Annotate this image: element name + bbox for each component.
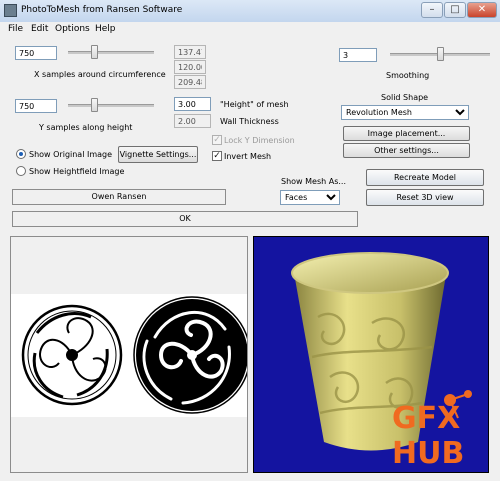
cup-rim [291,252,449,294]
menu-bar: File Edit Options Help [0,22,500,38]
gfxhub-logo: GFX HUB [392,390,472,471]
watermark-line2: HUB [392,436,464,468]
menu-edit[interactable]: Edit [31,24,48,34]
show-heightfield-label: Show Heightfield Image [29,167,125,176]
gfxhub-watermark: GFX HUB [388,388,488,471]
status-field: OK [12,211,358,227]
recreate-model-button[interactable]: Recreate Model [366,169,484,186]
invert-mesh-label: Invert Mesh [224,152,272,161]
minimize-button[interactable]: – [421,2,443,18]
menu-file[interactable]: File [8,24,23,34]
readout-2 [174,60,206,74]
title-bar[interactable]: PhotoToMesh from Ransen Software – □ ✕ [0,0,500,23]
readout-3 [174,75,206,89]
smoothing-label: Smoothing [386,71,430,80]
y-samples-slider[interactable] [68,98,154,112]
app-window: PhotoToMesh from Ransen Software – □ ✕ F… [0,0,500,481]
smoothing-slider[interactable] [390,47,490,61]
author-field: Owen Ransen [12,189,226,205]
lock-y-checkbox: ✓ [212,135,222,145]
show-original-radio[interactable] [16,149,26,159]
watermark-line1: GFX [392,401,460,436]
x-samples-slider[interactable] [68,45,154,59]
show-original-label: Show Original Image [29,150,113,159]
y-samples-input[interactable] [15,99,57,113]
image-panel [10,236,248,473]
image-placement-button[interactable]: Image placement... [343,126,470,141]
slider-track [68,104,154,107]
slider-track [68,51,154,54]
reset-3d-view-button[interactable]: Reset 3D view [366,189,484,206]
x-samples-input[interactable] [15,46,57,60]
lock-y-label: Lock Y Dimension [224,136,295,145]
app-icon [4,4,17,17]
show-mesh-select[interactable]: Faces [280,190,340,205]
maximize-button[interactable]: □ [444,2,466,18]
triskele-dark-icon [133,296,247,414]
vignette-settings-button[interactable]: Vignette Settings... [118,146,198,163]
celtic-image [11,294,247,417]
menu-help[interactable]: Help [95,24,116,34]
menu-options[interactable]: Options [55,24,90,34]
wall-thickness-input [174,114,211,128]
height-label: "Height" of mesh [220,100,289,109]
solid-shape-select[interactable]: Revolution Mesh [341,105,469,120]
slider-thumb[interactable] [90,45,98,59]
show-mesh-label: Show Mesh As... [281,177,347,186]
y-samples-label: Y samples along height [39,123,133,132]
slider-thumb[interactable] [437,47,444,61]
wall-thickness-label: Wall Thickness [220,117,279,126]
other-settings-button[interactable]: Other settings... [343,143,470,158]
height-input[interactable] [174,97,211,111]
solid-shape-label: Solid Shape [381,93,429,102]
invert-mesh-checkbox[interactable]: ✓ [212,151,222,161]
close-button[interactable]: ✕ [467,2,497,18]
show-heightfield-radio[interactable] [16,166,26,176]
readout-1 [174,45,206,59]
slider-thumb[interactable] [90,98,98,112]
window-title: PhotoToMesh from Ransen Software [21,5,183,15]
smoothing-input[interactable] [339,48,377,62]
x-samples-label: X samples around circumference [34,70,166,79]
